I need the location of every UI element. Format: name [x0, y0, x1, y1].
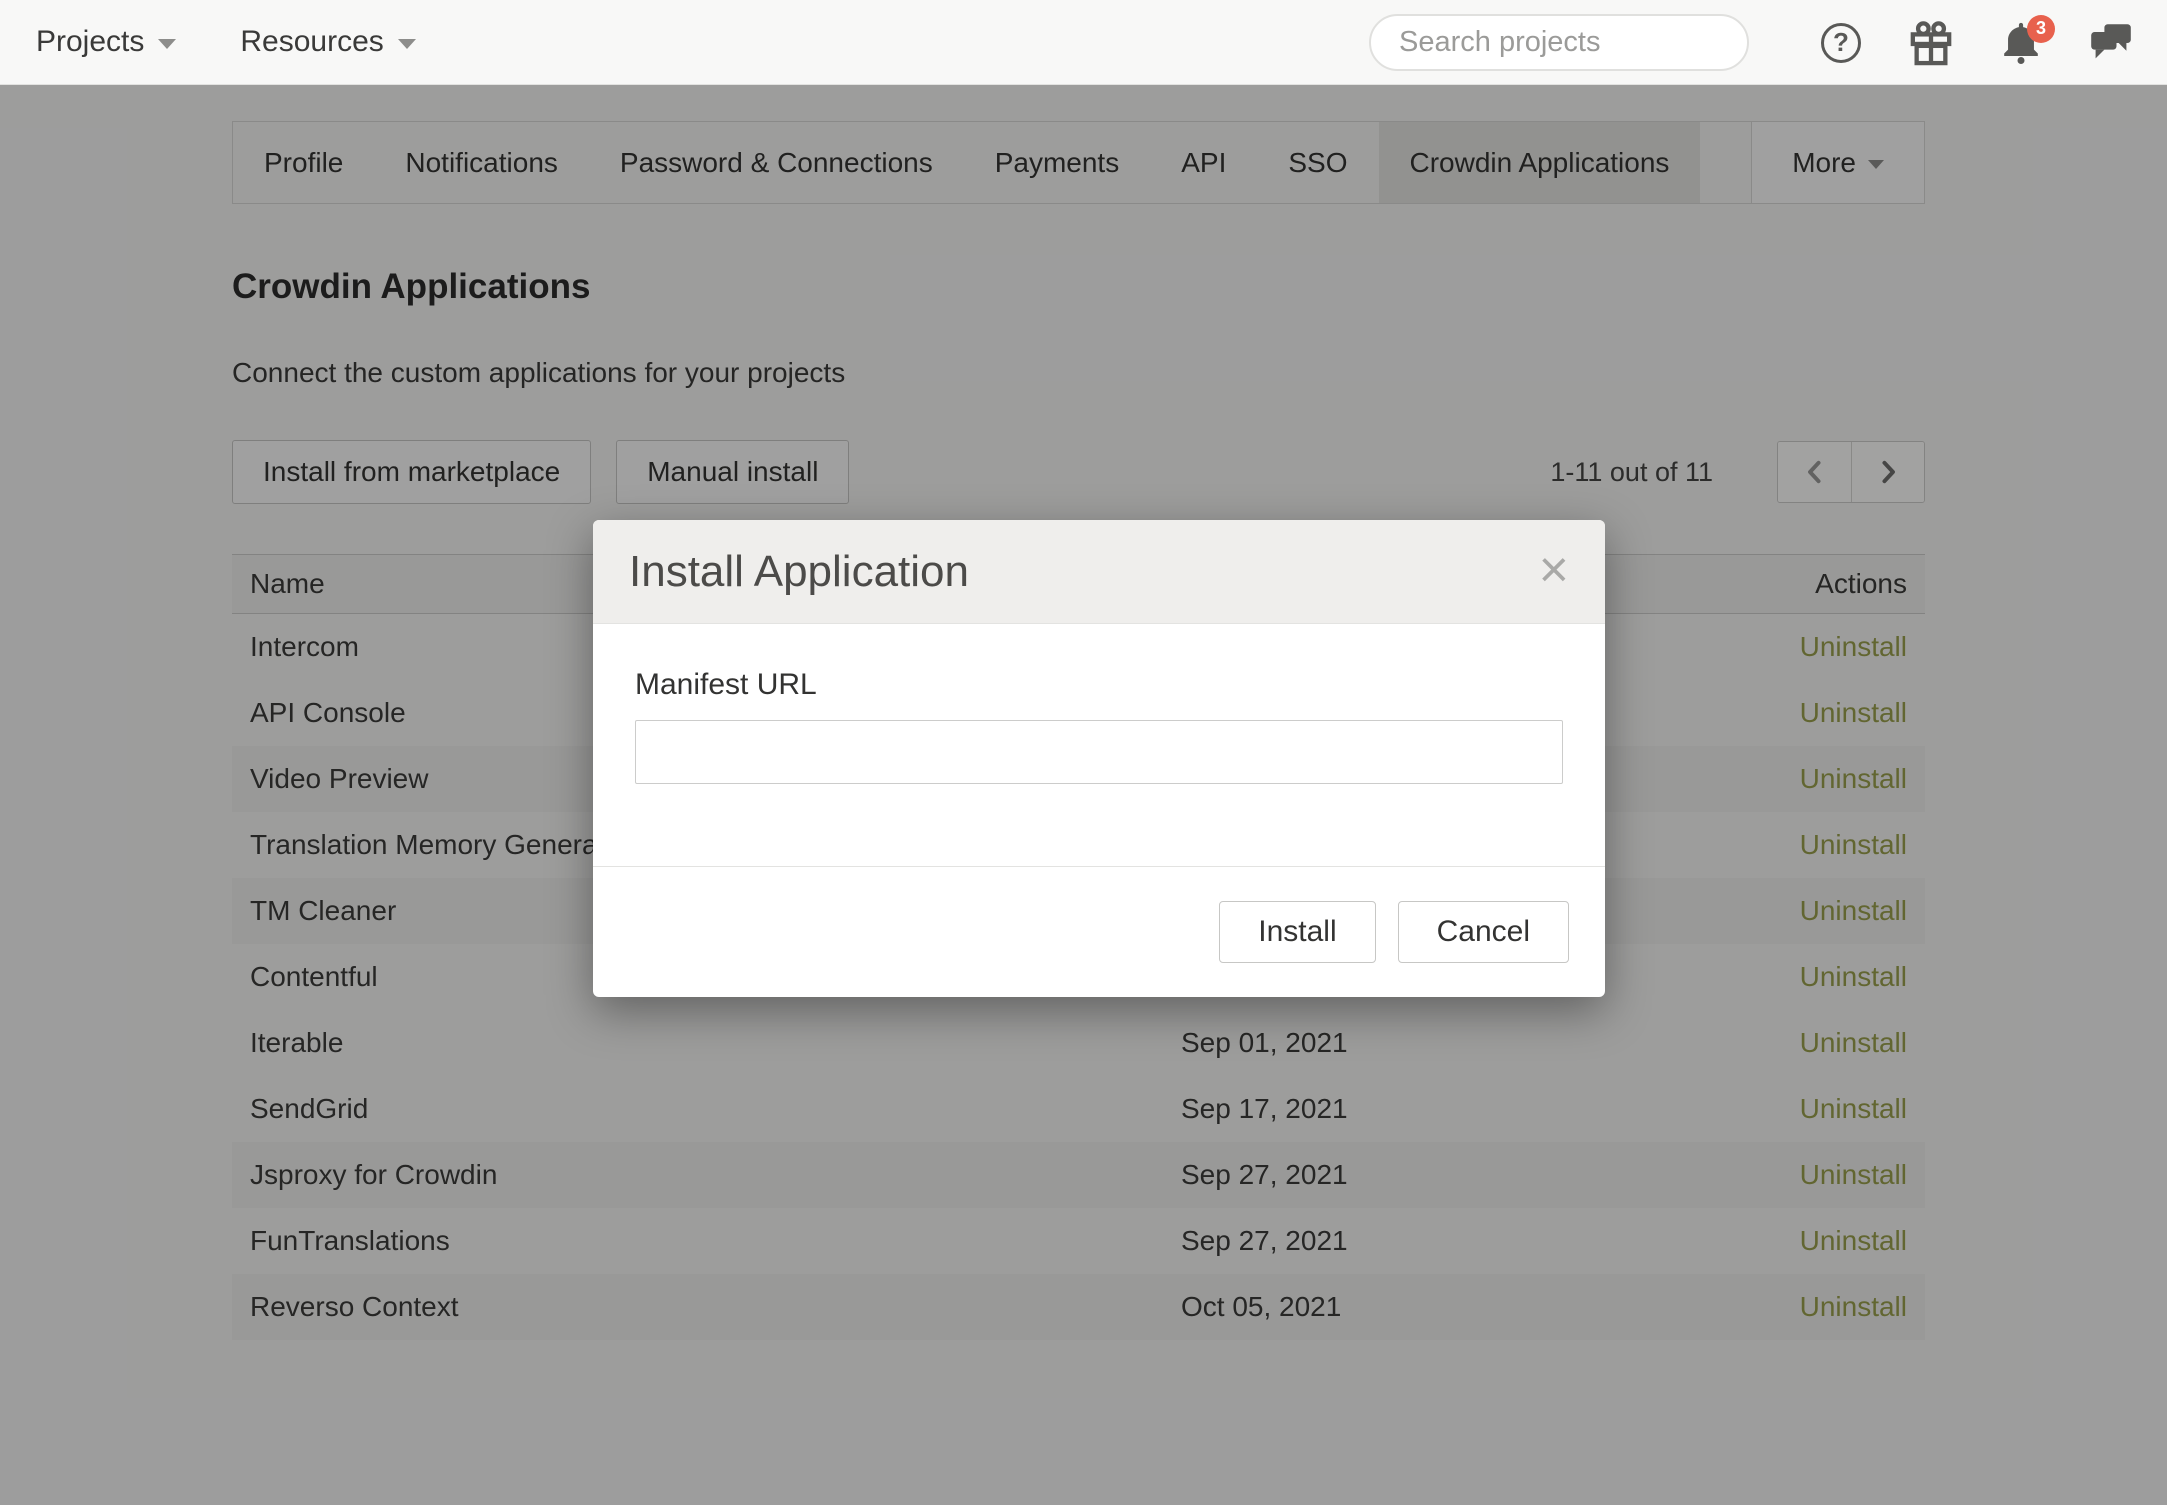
gift-button[interactable] — [1909, 19, 1953, 67]
chevron-down-icon — [398, 39, 416, 49]
projects-menu-label: Projects — [36, 25, 144, 59]
install-application-dialog: Install Application × Manifest URL Insta… — [593, 520, 1605, 997]
dialog-footer: Install Cancel — [593, 866, 1605, 996]
install-button[interactable]: Install — [1219, 901, 1375, 963]
dialog-title: Install Application — [629, 547, 969, 597]
resources-menu[interactable]: Resources — [240, 25, 415, 59]
topbar-menus: Projects Resources — [0, 25, 416, 59]
messages-button[interactable] — [2089, 19, 2133, 67]
chevron-down-icon — [158, 39, 176, 49]
topbar-actions: ? 3 — [1369, 0, 2133, 85]
help-icon: ? — [1821, 23, 1861, 63]
crowdin-settings-page: Projects Resources ? — [0, 0, 2167, 1505]
dialog-header: Install Application × — [593, 520, 1605, 624]
search-box — [1369, 14, 1749, 71]
close-icon[interactable]: × — [1533, 538, 1575, 602]
projects-menu[interactable]: Projects — [36, 25, 176, 59]
cancel-button[interactable]: Cancel — [1398, 901, 1569, 963]
top-navigation-bar: Projects Resources ? — [0, 0, 2167, 85]
notifications-button[interactable]: 3 — [1999, 19, 2043, 67]
manifest-url-label: Manifest URL — [635, 668, 1563, 702]
dialog-body: Manifest URL — [593, 624, 1605, 866]
manifest-url-input[interactable] — [635, 720, 1563, 784]
resources-menu-label: Resources — [240, 25, 383, 59]
search-input[interactable] — [1399, 26, 1776, 59]
chat-icon — [2089, 21, 2133, 65]
gift-icon — [1909, 19, 1953, 67]
help-button[interactable]: ? — [1819, 19, 1863, 67]
notification-badge: 3 — [2027, 15, 2055, 43]
